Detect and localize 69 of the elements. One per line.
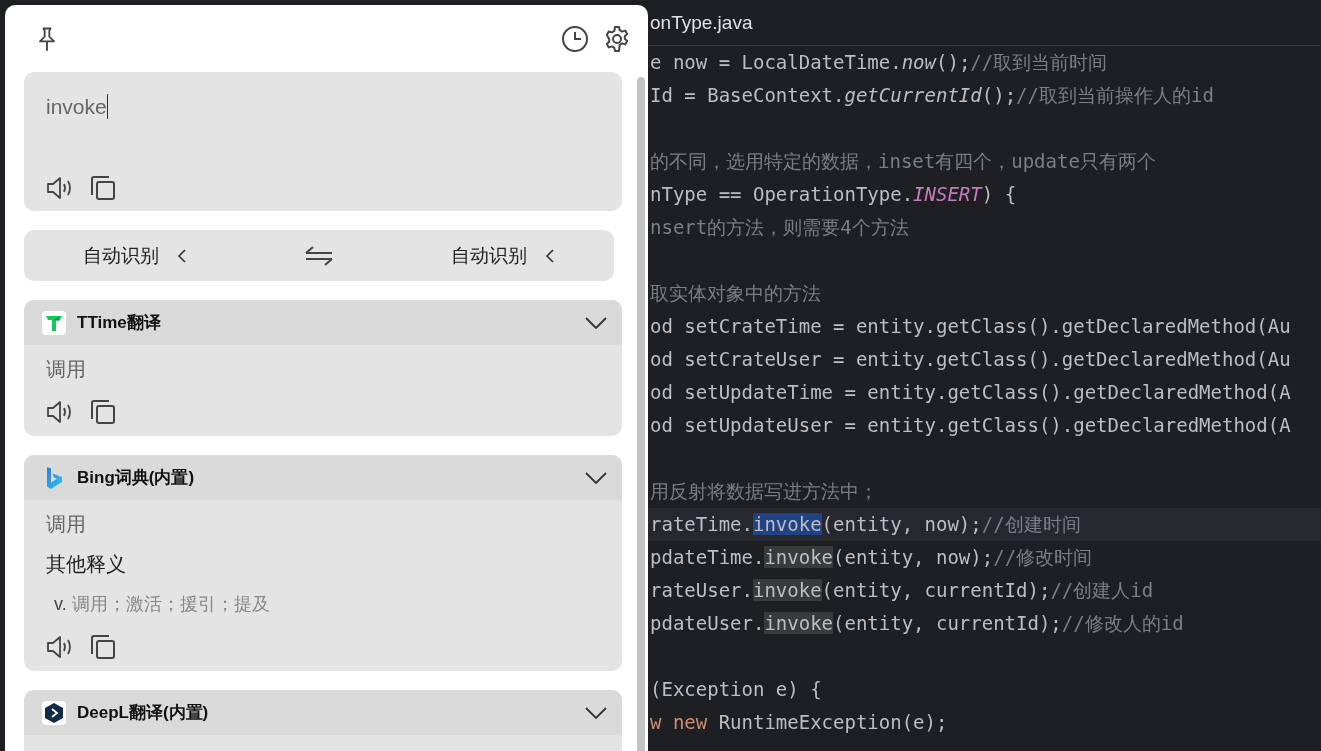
code-text: e now = LocalDateTime. xyxy=(650,51,902,73)
code-comment: //修改时间 xyxy=(993,546,1093,568)
code-text: od setUpdateUser = entity.getClass().getDeclaredMethod(A xyxy=(650,414,1291,436)
history-icon[interactable] xyxy=(561,24,589,53)
code-text: (entity, now); xyxy=(821,513,982,535)
definition-text: v. 调用；激活；援引；提及 xyxy=(53,593,271,616)
code-comment: 的不同，选用特定的数据，inset有四个，update只有两个 xyxy=(650,150,1156,172)
code-text: (Exception e) { xyxy=(650,678,822,700)
translation-text: 调用 xyxy=(46,512,87,537)
constant-name: INSERT xyxy=(913,183,982,205)
copy-icon[interactable] xyxy=(90,175,116,201)
code-text: RuntimeException(e); xyxy=(717,711,948,733)
code-comment: //取到当前时间 xyxy=(970,51,1108,73)
code-text: rateTime. xyxy=(650,513,753,535)
method-call: now xyxy=(901,51,936,73)
keyword: w new xyxy=(650,711,708,733)
code-comment: //创建人id xyxy=(1050,579,1154,601)
chevron-down-icon[interactable] xyxy=(585,471,607,484)
method-call: getCurrentId xyxy=(844,84,982,106)
file-tab[interactable]: onType.java xyxy=(650,11,753,34)
code-text: (entity, currentId); xyxy=(833,612,1062,634)
chevron-left-icon xyxy=(176,247,187,264)
copy-icon[interactable] xyxy=(90,399,116,425)
source-text: invoke xyxy=(46,94,107,119)
search-match: invoke xyxy=(764,612,834,634)
code-text: pdateTime. xyxy=(650,546,765,568)
search-match: invoke xyxy=(752,579,822,601)
code-comment: nsert的方法，则需要4个方法 xyxy=(650,216,909,238)
source-text-field[interactable]: invoke xyxy=(24,72,622,211)
search-match: invoke xyxy=(764,546,834,568)
code-comment: 取实体对象中的方法 xyxy=(650,282,821,304)
code-text: od setCrateTime = entity.getClass().getDeclaredMethod(Au xyxy=(650,315,1291,337)
settings-icon[interactable] xyxy=(603,24,631,53)
swap-icon[interactable] xyxy=(304,244,334,267)
code-text: (); xyxy=(936,51,971,73)
code-comment: 用反射将数据写进方法中； xyxy=(650,480,878,502)
speaker-icon[interactable] xyxy=(46,176,74,200)
speaker-icon[interactable] xyxy=(46,635,74,659)
chevron-down-icon[interactable] xyxy=(585,706,607,719)
code-text: (entity, now); xyxy=(833,546,994,568)
service-header[interactable]: DeepL翻译(内置) xyxy=(24,690,622,735)
code-comment: //修改人的id xyxy=(1061,612,1184,634)
code-text: (); xyxy=(981,84,1017,106)
selected-text: invoke xyxy=(752,513,822,535)
speaker-icon[interactable] xyxy=(46,400,74,424)
code-text: Id = BaseContext. xyxy=(650,84,845,106)
code-text: (entity, currentId); xyxy=(821,579,1051,601)
service-name: TTime翻译 xyxy=(77,312,161,334)
code-text: od setCrateUser = entity.getClass().getDeclaredMethod(Au xyxy=(650,348,1291,370)
code-text: od setUpdateTime = entity.getClass().getDeclaredMethod(A xyxy=(650,381,1291,403)
logo-icon xyxy=(42,700,66,725)
code-text: nType == OperationType. xyxy=(650,183,914,205)
code-comment: //创建时间 xyxy=(981,513,1081,535)
chevron-left-icon xyxy=(545,247,556,264)
code-text: rateUser. xyxy=(650,579,753,601)
target-language-select[interactable]: 自动识别 xyxy=(451,242,556,269)
service-name: DeepL翻译(内置) xyxy=(77,702,209,724)
code-comment: //取到当前操作人的id xyxy=(1016,84,1214,106)
service-header[interactable]: Bing词典(内置) xyxy=(24,455,622,500)
chevron-down-icon[interactable] xyxy=(585,316,607,329)
service-header[interactable]: TTime翻译 xyxy=(24,300,622,345)
logo-icon xyxy=(42,310,66,335)
service-name: Bing词典(内置) xyxy=(77,467,195,489)
source-language-select[interactable]: 自动识别 xyxy=(82,242,187,269)
translation-text: 调用 xyxy=(46,357,87,382)
code-text: pdateUser. xyxy=(650,612,765,634)
copy-icon[interactable] xyxy=(90,634,116,660)
scrollbar[interactable] xyxy=(637,77,645,751)
section-heading: 其他释义 xyxy=(46,552,127,577)
